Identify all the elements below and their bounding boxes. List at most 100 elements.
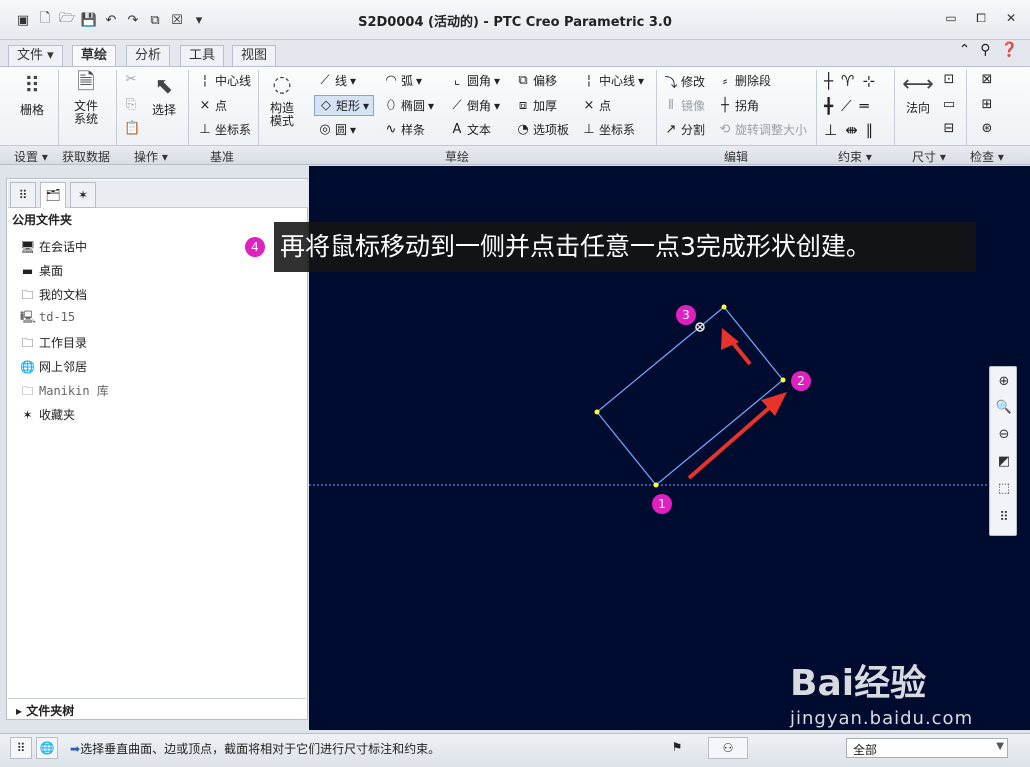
fillet-button[interactable]: ⌞ 圆角 ▾ — [450, 72, 500, 89]
flag-icon[interactable]: ⚑ — [666, 737, 688, 759]
file-system-button[interactable]: 🗎 文件 系统 — [66, 70, 106, 126]
folder-browser-tab-icon[interactable]: 🗂 — [40, 182, 66, 208]
point2-button[interactable]: × 点 — [582, 97, 611, 114]
selection-filter-dropdown[interactable]: 全部 ▼ — [846, 738, 1008, 758]
zoom-in-icon[interactable]: 🔍 — [993, 397, 1015, 419]
folder-item-in-session[interactable]: 🖥 在会话中 — [20, 238, 87, 255]
baseline-icon[interactable]: ▭ — [942, 97, 956, 112]
coincident-constraint-icon[interactable]: ⟋ — [841, 97, 852, 115]
network-icon: 🌐 — [20, 359, 35, 374]
centerline-button[interactable]: ¦ 中心线 — [198, 72, 251, 89]
symmetric-constraint-icon[interactable]: ⇼ — [845, 121, 858, 139]
desktop-icon: ▬ — [21, 263, 34, 278]
sketch-display-icon[interactable]: ⠿ — [993, 507, 1015, 529]
group-operations[interactable]: 操作 ▾ — [134, 148, 168, 165]
palette-button[interactable]: ◔ 选项板 — [516, 121, 569, 138]
mirror-button[interactable]: ⫴ 镜像 — [664, 97, 705, 114]
folder-item-desktop[interactable]: ▬ 桌面 — [20, 262, 63, 279]
normal-dimension-button[interactable]: ⟷ 法向 — [900, 72, 936, 115]
show-navigator-icon[interactable]: ⠿ — [10, 737, 32, 759]
divide-button[interactable]: ↗ 分割 — [664, 121, 705, 138]
select-button[interactable]: ⬉ 选择 — [146, 74, 182, 117]
display-style-icon[interactable]: ⬚ — [993, 478, 1015, 500]
refit-icon[interactable]: ⊕ — [993, 371, 1015, 393]
dimension-icon: ⟷ — [902, 72, 934, 97]
coordinate2-icon: ⊥ — [583, 122, 595, 137]
tab-tools[interactable]: 工具 — [180, 45, 225, 66]
reference-dimension-icon[interactable]: ⊟ — [942, 121, 956, 136]
vertical-constraint-icon[interactable]: ┼ — [824, 72, 833, 90]
favorites-tab-icon[interactable]: ✶ — [70, 182, 96, 208]
folder-tree-toggle[interactable]: ▸ 文件夹树 — [8, 698, 306, 718]
line-button[interactable]: ⟋ 线 ▾ — [318, 72, 356, 89]
zoom-out-icon[interactable]: ⊖ — [993, 424, 1015, 446]
circle-button[interactable]: ◎ 圆 ▾ — [318, 121, 356, 138]
text-icon: A — [452, 122, 462, 137]
folder-item-computer[interactable]: 🖳 td-15 — [20, 310, 75, 324]
folder-item-work-directory[interactable]: 🗀 工作目录 — [20, 334, 87, 351]
folder-item-network[interactable]: 🌐 网上邻居 — [20, 358, 87, 375]
point-button[interactable]: × 点 — [198, 97, 227, 114]
offset-button[interactable]: ⧉ 偏移 — [516, 72, 557, 89]
tab-analysis[interactable]: 分析 — [126, 45, 171, 66]
coordinate-system2-button[interactable]: ⊥ 坐标系 — [582, 121, 635, 138]
arc-button[interactable]: ◠ 弧 ▾ — [384, 72, 422, 89]
search-icon[interactable]: ⚲ — [980, 42, 990, 58]
tab-view[interactable]: 视图 — [232, 45, 277, 66]
overlapping-geometry-icon[interactable]: ⊠ — [980, 72, 994, 87]
construction-mode-button[interactable]: ◌ 构造 模式 — [264, 72, 300, 128]
point-icon: × — [199, 98, 211, 113]
centerline2-button[interactable]: ¦ 中心线 ▾ — [582, 72, 644, 89]
ribbon-tabs: 文件 ▾ 草绘 分析 工具 视图 — [0, 40, 1030, 67]
parallel-constraint-icon[interactable]: ∥ — [866, 121, 874, 139]
documents-icon: 🗀 — [21, 287, 34, 302]
group-constrain[interactable]: 约束 ▾ — [838, 148, 872, 165]
perimeter-icon[interactable]: ⊡ — [942, 72, 956, 87]
grid-icon: ⠿ — [23, 74, 41, 99]
text-button[interactable]: A 文本 — [450, 121, 491, 138]
equal-constraint-icon[interactable]: ═ — [860, 97, 869, 115]
model-tree-tab-icon[interactable]: ⠿ — [10, 182, 36, 208]
spline-button[interactable]: ∿ 样条 — [384, 121, 425, 138]
find-icon[interactable]: ⚇ — [708, 737, 748, 759]
folder-item-documents[interactable]: 🗀 我的文档 — [20, 286, 87, 303]
ribbon-group-labels: 设置 ▾ 获取数据 操作 ▾ 基准 草绘 编辑 约束 ▾ 尺寸 ▾ 检查 ▾ — [0, 145, 1030, 165]
line-icon: ⟋ — [320, 73, 330, 88]
modify-button[interactable]: ⤵ 修改 — [664, 72, 705, 91]
repaint-icon[interactable]: ◩ — [993, 451, 1015, 473]
rectangle-button[interactable]: ◇ 矩形 ▾ — [314, 95, 375, 116]
minimize-button[interactable]: ▭ — [942, 10, 960, 26]
tab-file[interactable]: 文件 ▾ — [8, 45, 63, 66]
browser-toggle-icon[interactable]: 🌐 — [36, 737, 58, 759]
close-button[interactable]: ✕ — [1002, 10, 1020, 26]
help-icon[interactable]: ❓ — [1001, 42, 1018, 58]
delete-segment-button[interactable]: ⸗ 删除段 — [718, 72, 771, 89]
highlight-open-ends-icon[interactable]: ⊞ — [980, 97, 994, 112]
title-bar: ▣ 🗋 🗁 💾 ↶ ↷ ⧉ ☒ ▾ S2D0004 (活动的) - PTC Cr… — [0, 0, 1030, 40]
shade-closed-loops-icon[interactable]: ⊛ — [980, 121, 994, 136]
rotate-resize-icon: ⟲ — [719, 122, 731, 137]
tangent-constraint-icon[interactable]: ♈ — [841, 72, 854, 90]
group-inspect[interactable]: 检查 ▾ — [970, 148, 1004, 165]
corner-button[interactable]: ┼ 拐角 — [718, 97, 759, 114]
tab-sketch[interactable]: 草绘 — [72, 45, 117, 67]
group-settings[interactable]: 设置 ▾ — [14, 148, 48, 165]
ellipse-icon: ⬯ — [386, 98, 396, 113]
instruction-banner: 再将鼠标移动到一侧并点击任意一点3完成形状创建。 — [274, 222, 976, 272]
arrow-to-point-2 — [687, 392, 787, 480]
arc-icon: ◠ — [385, 73, 397, 88]
maximize-button[interactable]: ⧠ — [972, 10, 990, 26]
folder-item-manikin-library[interactable]: 🗀 Manikin 库 — [20, 382, 108, 399]
grid-button[interactable]: ⠿ 栅格 — [14, 74, 50, 117]
chamfer-button[interactable]: ⟋ 倒角 ▾ — [450, 97, 500, 114]
group-dimension[interactable]: 尺寸 ▾ — [912, 148, 946, 165]
rotate-resize-button[interactable]: ⟲ 旋转调整大小 — [718, 121, 807, 138]
midpoint-constraint-icon[interactable]: ⊹ — [862, 72, 875, 90]
thicken-button[interactable]: ⧈ 加厚 — [516, 97, 557, 114]
horizontal-constraint-icon[interactable]: ╋ — [824, 97, 833, 115]
perpendicular-constraint-icon[interactable]: ⊥ — [824, 121, 837, 139]
ellipse-button[interactable]: ⬯ 椭圆 ▾ — [384, 97, 434, 114]
folder-item-favorites[interactable]: ✶ 收藏夹 — [20, 406, 75, 423]
collapse-ribbon-icon[interactable]: ⌃ — [959, 42, 971, 58]
coordinate-system-button[interactable]: ⊥ 坐标系 — [198, 121, 251, 138]
